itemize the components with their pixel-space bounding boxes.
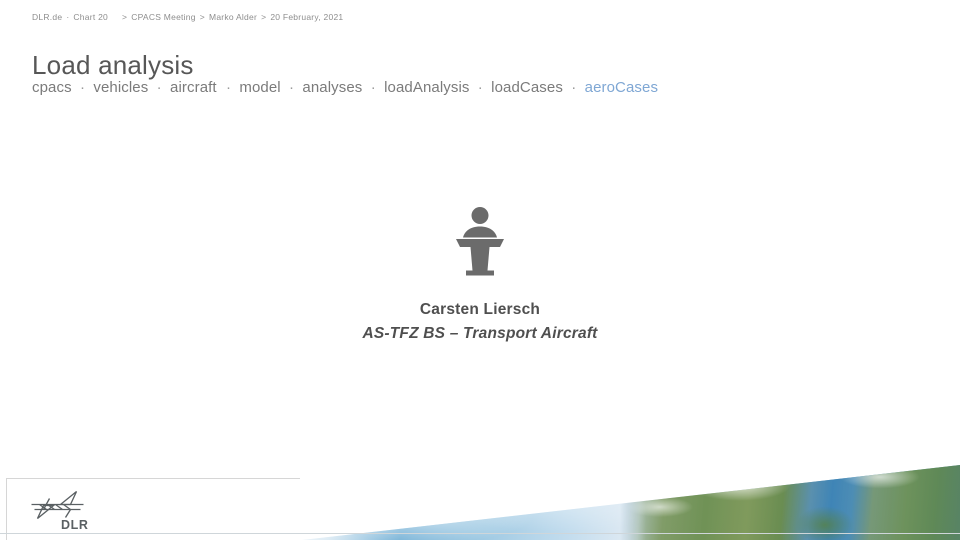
dlr-logo: DLR (31, 490, 89, 532)
footer-baseline-rule (0, 533, 960, 534)
header-crumb-author: Marko Alder (208, 12, 258, 22)
page-title: Load analysis (32, 50, 194, 80)
slide-header-breadcrumb: DLR.de · Chart 20 > CPACS Meeting > Mark… (32, 10, 912, 24)
xpath-node-model: model (239, 79, 281, 96)
presentation-slide: DLR.de · Chart 20 > CPACS Meeting > Mark… (0, 0, 960, 540)
xpath-separator: · (571, 79, 577, 96)
earth-ocean-layer (302, 465, 960, 540)
xpath-node-loadcases: loadCases (491, 79, 563, 96)
presenter-name: Carsten Liersch (419, 301, 541, 318)
xpath-node-loadanalysis: loadAnalysis (384, 79, 470, 96)
header-chevron-icon-3: > (261, 12, 267, 22)
xpath-node-aerocases: aeroCases (584, 79, 659, 96)
footer-divider-vertical (6, 478, 7, 540)
xpath-separator: · (477, 79, 483, 96)
header-chart-number: Chart 20 (73, 12, 109, 22)
footer-divider-horizontal (6, 478, 300, 479)
earth-photo-band (0, 455, 960, 540)
header-site-label: DLR.de (32, 12, 63, 22)
header-crumb-date: 20 February, 2021 (270, 12, 344, 22)
header-crumb-meeting: CPACS Meeting (131, 12, 196, 22)
xpath-node-aircraft: aircraft (170, 79, 217, 96)
cpacs-xpath-breadcrumb: cpacs · vehicles · aircraft · model · an… (32, 79, 658, 96)
xpath-separator: · (289, 79, 295, 96)
dlr-logo-text: DLR (61, 518, 89, 532)
xpath-node-analyses: analyses (302, 79, 363, 96)
header-chevron-icon-2: > (199, 12, 205, 22)
xpath-separator: · (370, 79, 376, 96)
xpath-separator: · (156, 79, 162, 96)
presenter-block: Carsten Liersch AS-TFZ BS – Transport Ai… (0, 206, 960, 343)
header-chevron-icon-1: > (122, 12, 128, 22)
xpath-node-cpacs: cpacs (32, 79, 72, 96)
earth-photo-clip (302, 465, 960, 540)
xpath-node-vehicles: vehicles (93, 79, 149, 96)
presenter-department: AS-TFZ BS – Transport Aircraft (362, 325, 598, 342)
xpath-separator: · (79, 79, 86, 96)
earth-photo-fade-edge (280, 455, 400, 540)
xpath-separator: · (225, 79, 232, 96)
earth-landmass-layer (620, 465, 960, 540)
speaker-at-podium-icon (456, 207, 504, 276)
header-dot-separator: · (66, 12, 70, 22)
